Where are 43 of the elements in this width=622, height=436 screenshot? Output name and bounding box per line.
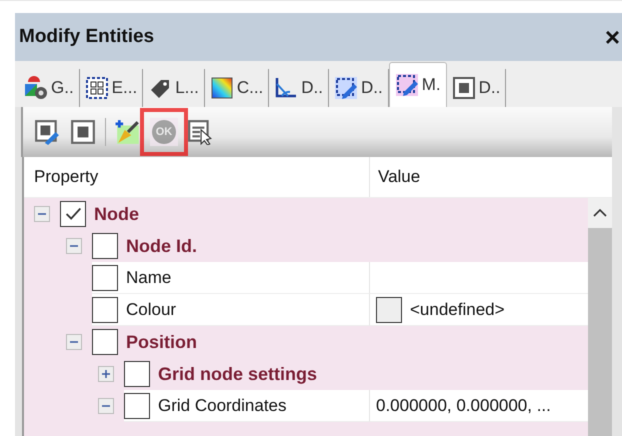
property-name: Node Id. xyxy=(126,236,197,256)
property-name: Grid Coordinates xyxy=(158,396,287,416)
gradient-icon xyxy=(210,76,234,100)
column-header: Value xyxy=(377,167,420,187)
column-header: Property xyxy=(24,157,370,197)
square-icon xyxy=(452,76,476,100)
property-value: 0.000000, 0.000000, ... xyxy=(376,396,551,416)
stop-button[interactable] xyxy=(69,118,97,146)
scroll-up-icon[interactable] xyxy=(588,198,612,228)
checkbox[interactable] xyxy=(60,201,86,227)
property-name: Name xyxy=(126,268,172,288)
collapse-icon[interactable] xyxy=(66,238,82,254)
select-button[interactable] xyxy=(186,118,214,146)
property-name: Node xyxy=(94,204,139,224)
window-title: Modify Entities xyxy=(19,26,154,48)
collapse-icon[interactable] xyxy=(66,334,82,350)
grid-icon xyxy=(84,76,109,100)
checkbox[interactable] xyxy=(92,233,118,259)
gear-icon xyxy=(24,76,48,100)
checkbox[interactable] xyxy=(92,264,118,290)
property-value: <undefined> xyxy=(410,300,505,320)
checkbox[interactable] xyxy=(92,329,118,355)
collapse-icon[interactable] xyxy=(98,398,114,414)
tab[interactable]: M. xyxy=(388,62,447,107)
scrollbar[interactable] xyxy=(588,198,612,436)
colour-swatch[interactable] xyxy=(376,296,402,322)
property-name: Position xyxy=(126,332,197,352)
edit-icon xyxy=(394,73,419,97)
close-button[interactable]: × xyxy=(604,22,622,52)
edit-icon xyxy=(334,76,358,100)
checkbox[interactable] xyxy=(92,296,118,322)
brush-button[interactable] xyxy=(114,118,142,146)
property-name: Colour xyxy=(126,300,176,320)
checkbox[interactable] xyxy=(124,361,150,387)
collapse-icon[interactable] xyxy=(34,206,50,222)
property-name: Grid node settings xyxy=(158,364,318,384)
angle-icon xyxy=(274,76,298,100)
select-icon xyxy=(187,119,213,145)
checkbox[interactable] xyxy=(124,392,150,418)
edit-icon xyxy=(34,119,60,145)
expand-icon[interactable] xyxy=(98,366,114,382)
brush-icon xyxy=(115,119,141,145)
stop-icon xyxy=(70,119,96,145)
